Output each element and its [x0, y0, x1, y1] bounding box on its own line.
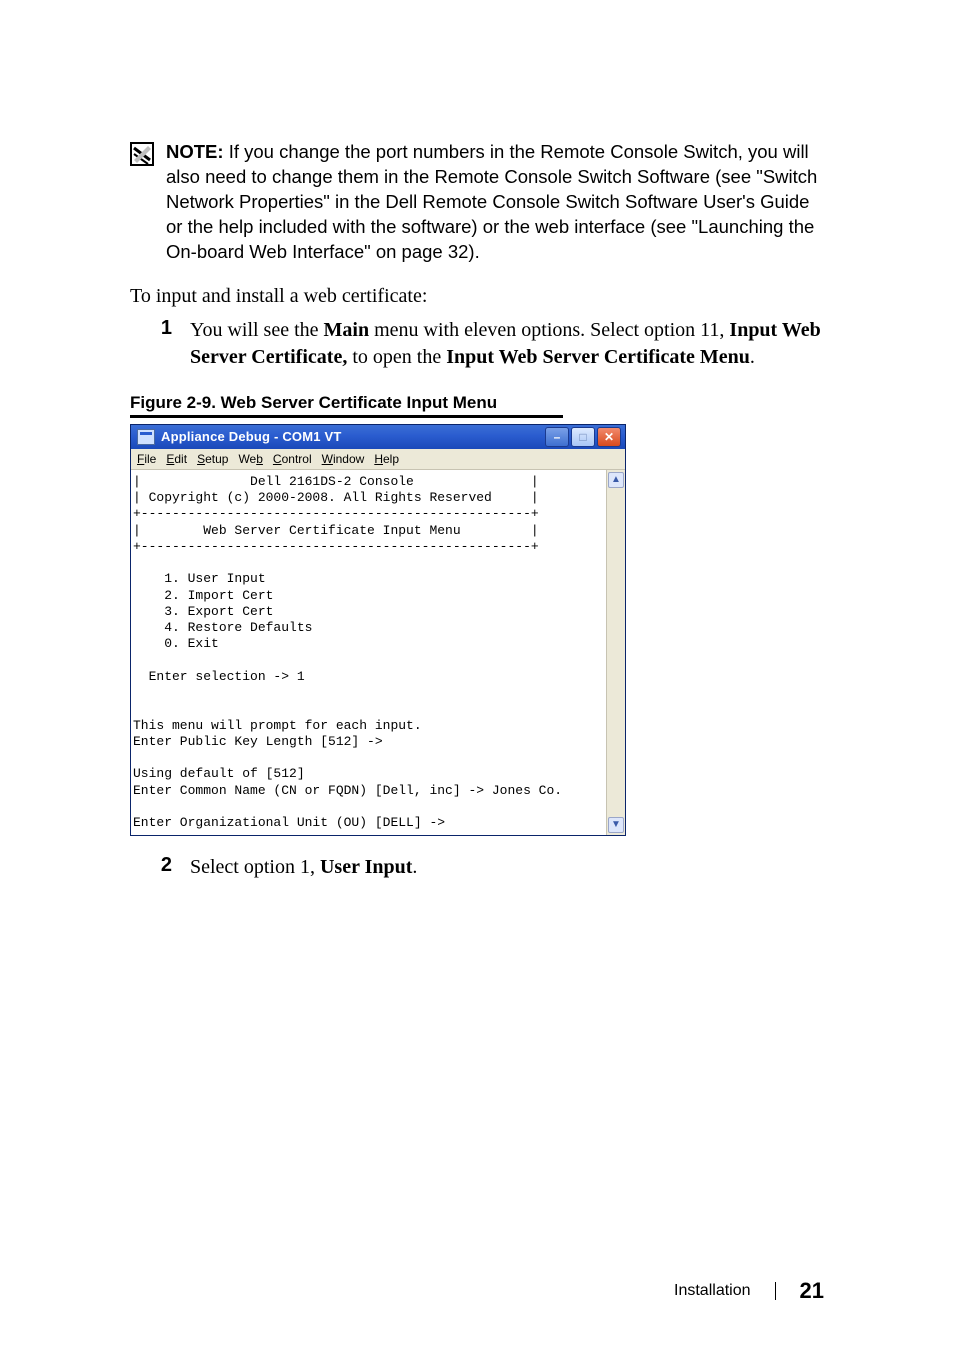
window-controls: – □ ✕	[545, 427, 621, 447]
screenshot-window: Appliance Debug - COM1 VT – □ ✕ File Edi…	[130, 424, 626, 837]
scroll-down-icon[interactable]: ▼	[608, 817, 624, 833]
page-number: 21	[800, 1278, 824, 1304]
minimize-button[interactable]: –	[545, 427, 569, 447]
step-1-text: You will see the Main menu with eleven o…	[190, 317, 824, 371]
scrollbar[interactable]: ▲ ▼	[606, 470, 625, 836]
menu-web[interactable]: Web	[238, 452, 262, 466]
step-1: 1 You will see the Main menu with eleven…	[158, 317, 824, 371]
menu-window[interactable]: Window	[322, 452, 365, 466]
figure-rule	[130, 415, 563, 418]
step-2-text: Select option 1, User Input.	[190, 854, 417, 881]
footer-section: Installation	[674, 1282, 751, 1300]
page-footer: Installation 21	[674, 1278, 824, 1304]
menu-setup[interactable]: Setup	[197, 452, 228, 466]
step-1-number: 1	[158, 317, 172, 340]
scroll-up-icon[interactable]: ▲	[608, 472, 624, 488]
note-icon	[130, 142, 154, 166]
figure-caption: Figure 2-9. Web Server Certificate Input…	[130, 393, 824, 413]
menubar: File Edit Setup Web Control Window Help	[131, 449, 625, 470]
close-button[interactable]: ✕	[597, 427, 621, 447]
terminal-output: | Dell 2161DS-2 Console | | Copyright (c…	[131, 470, 606, 836]
titlebar: Appliance Debug - COM1 VT – □ ✕	[131, 425, 625, 449]
menu-help[interactable]: Help	[374, 452, 399, 466]
menu-control[interactable]: Control	[273, 452, 312, 466]
app-icon	[137, 429, 155, 445]
intro-line: To input and install a web certificate:	[130, 283, 824, 309]
note-block: NOTE: If you change the port numbers in …	[130, 140, 824, 265]
maximize-button[interactable]: □	[571, 427, 595, 447]
note-body: If you change the port numbers in the Re…	[166, 141, 817, 262]
window-title: Appliance Debug - COM1 VT	[161, 429, 545, 444]
note-text: NOTE: If you change the port numbers in …	[166, 140, 824, 265]
footer-separator	[775, 1282, 776, 1300]
note-prefix: NOTE:	[166, 141, 224, 162]
menu-edit[interactable]: Edit	[166, 452, 187, 466]
menu-file[interactable]: File	[137, 452, 156, 466]
step-2-number: 2	[158, 854, 172, 877]
step-2: 2 Select option 1, User Input.	[158, 854, 824, 881]
